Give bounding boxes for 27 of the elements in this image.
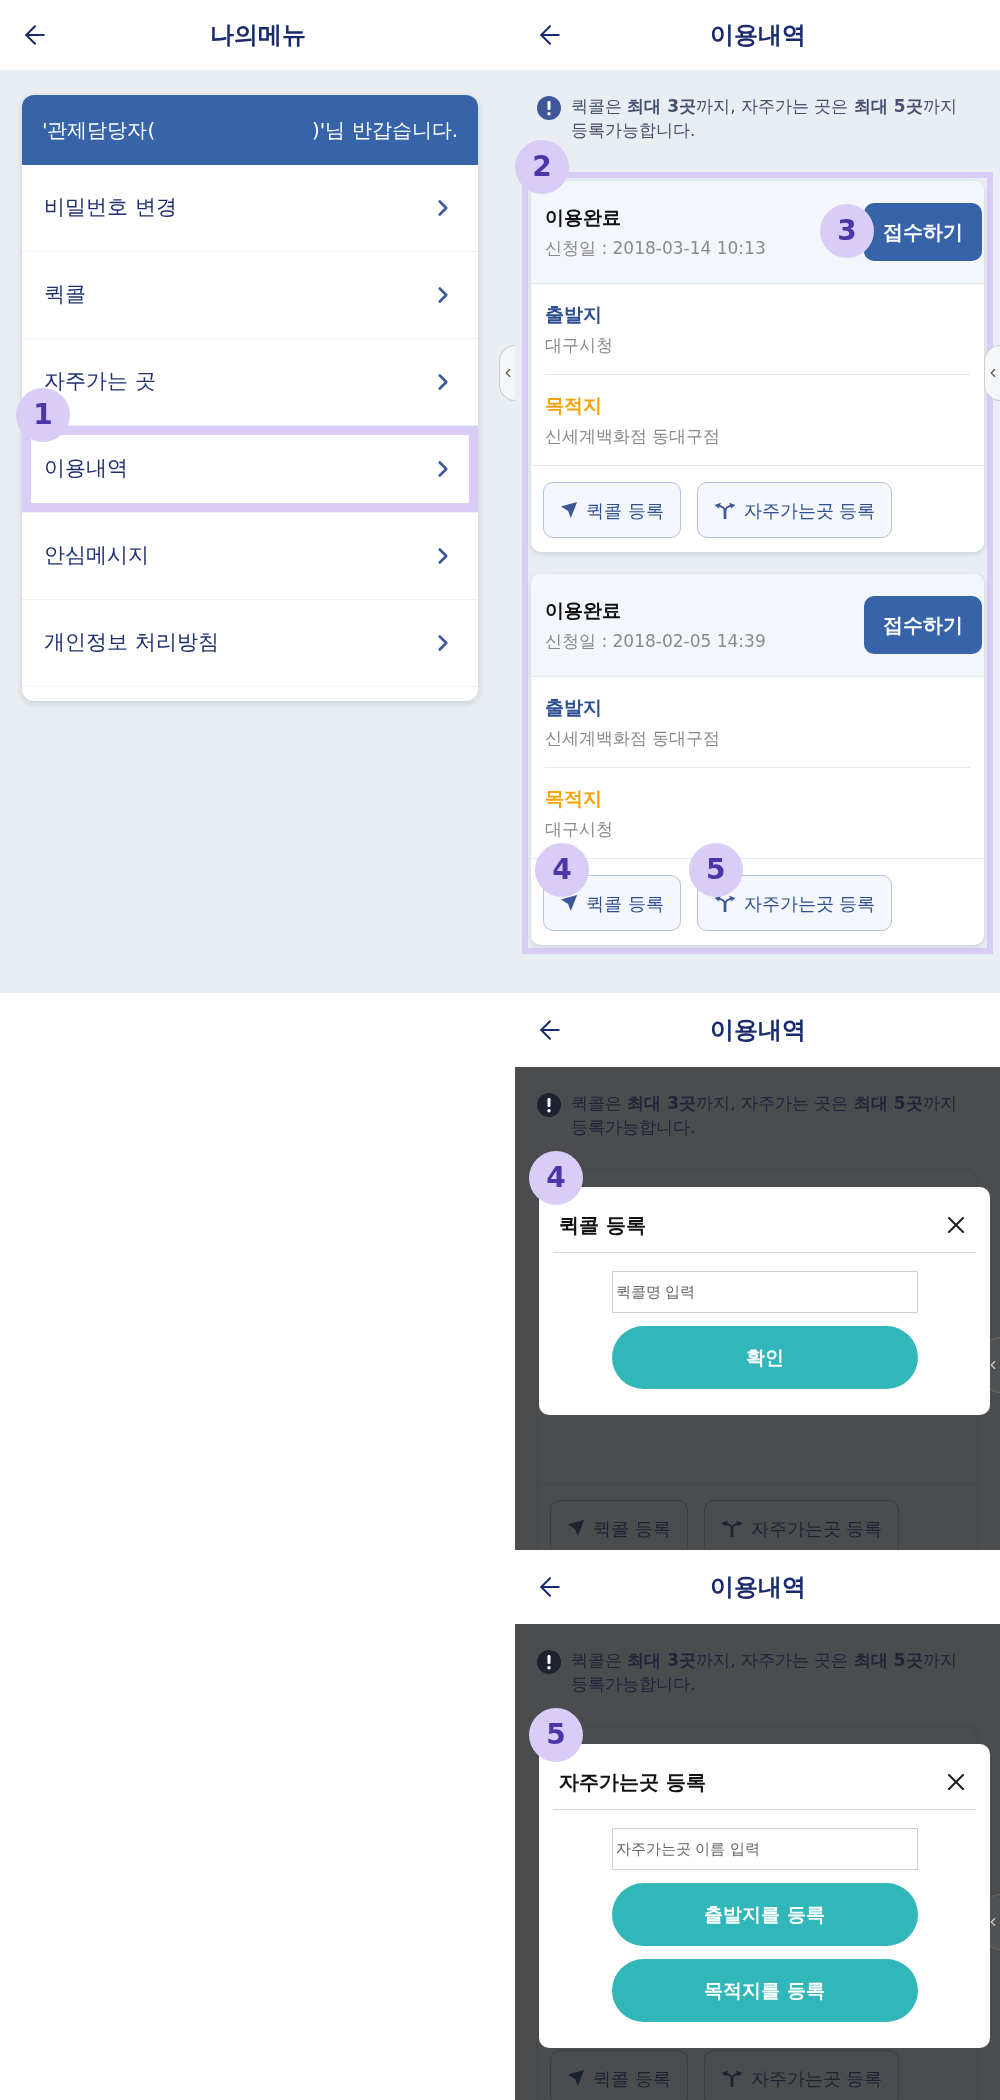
step-badge: 4 — [535, 843, 589, 897]
greeting-text: '관제담당자( — [42, 117, 156, 144]
notice-text: 퀵콜은 최대 3곳까지, 자주가는 곳은 최대 5곳까지 등록가능합니다. — [571, 95, 958, 142]
origin-label: 출발지 — [545, 302, 603, 327]
request-date: 신청일 : 2018-02-05 14:39 — [545, 629, 766, 653]
greeting-text: )'님 반갑습니다. — [312, 117, 458, 144]
screen-title: 이용내역 — [709, 20, 806, 51]
step-badge: 2 — [515, 140, 569, 194]
origin-text: 신세계백화점 동대구점 — [545, 726, 722, 750]
screen-title: 나의메뉴 — [209, 20, 306, 51]
dialog-title: 퀵콜 등록 — [559, 1211, 646, 1239]
destination-label: 목적지 — [545, 786, 603, 811]
dialog-title: 자주가는곳 등록 — [559, 1768, 706, 1796]
screen-title: 이용내역 — [709, 1572, 806, 1603]
destination-text: 신세계백화점 동대구점 — [545, 424, 722, 448]
status-text: 이용완료 — [545, 205, 622, 230]
step-badge: 5 — [529, 1708, 583, 1762]
step-badge: 3 — [820, 204, 874, 258]
destination-text: 대구시청 — [545, 817, 614, 841]
request-date: 신청일 : 2018-03-14 10:13 — [545, 236, 766, 260]
origin-text: 대구시청 — [545, 333, 614, 357]
screen-title: 이용내역 — [709, 1015, 806, 1046]
status-text: 이용완료 — [545, 598, 622, 623]
step-badge: 5 — [688, 843, 743, 897]
destination-label: 목적지 — [545, 393, 603, 418]
step-badge: 4 — [529, 1151, 583, 1205]
origin-label: 출발지 — [545, 695, 603, 720]
